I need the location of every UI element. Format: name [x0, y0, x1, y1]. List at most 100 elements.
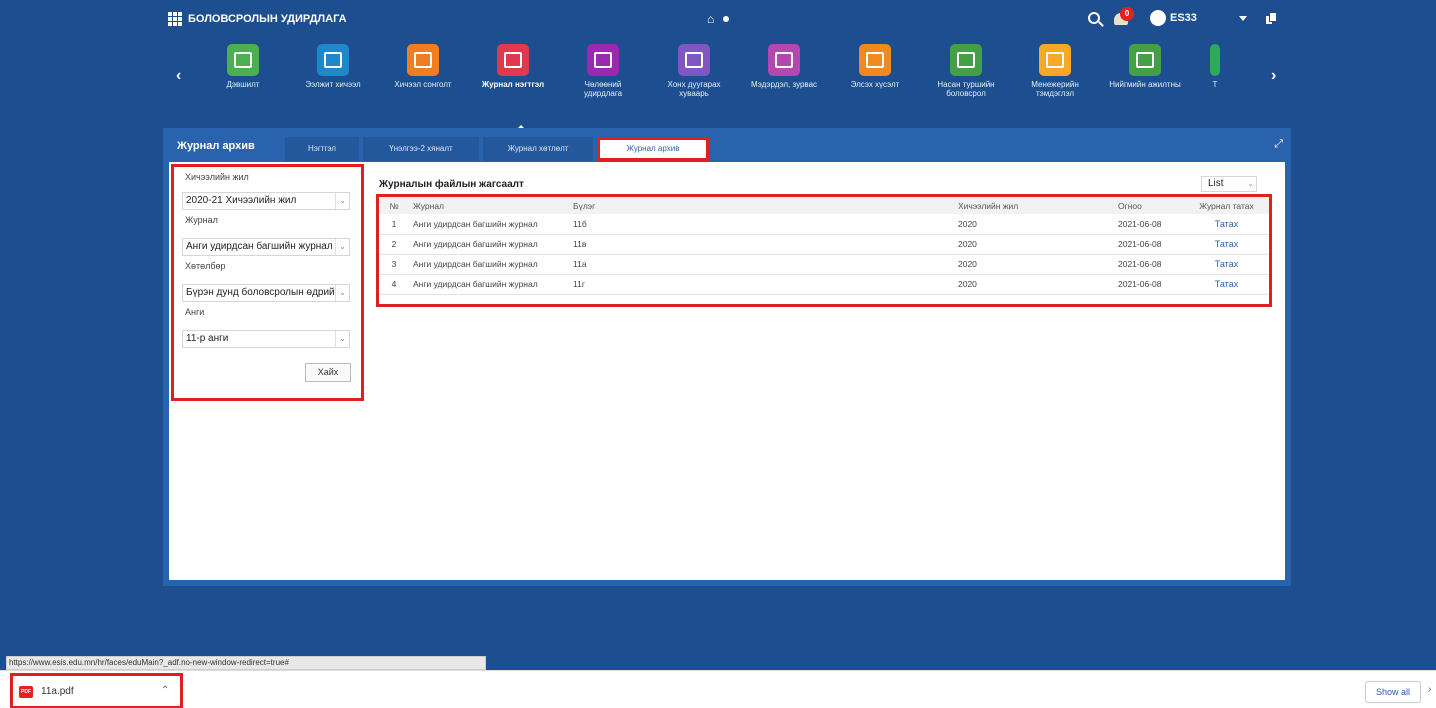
download-link[interactable]: Татах	[1215, 259, 1238, 269]
results-table-container: № Журнал Бүлэг Хичээлийн жил Огноо Журна…	[376, 194, 1272, 307]
tab-evaluation-control[interactable]: Үнэлгээ-2 хяналт	[363, 137, 479, 161]
expand-icon[interactable]: ⤢	[1274, 138, 1283, 151]
home-controls: ⌂	[707, 12, 730, 26]
avatar[interactable]	[1150, 10, 1166, 26]
show-all-button[interactable]: Show all	[1365, 681, 1421, 703]
table-row: 1 Анги удирдсан багшийн журнал 11б 2020 …	[379, 214, 1269, 235]
module-item[interactable]: Нийгмийн ажилтны	[1107, 44, 1183, 100]
checklist-icon	[407, 44, 439, 76]
chevron-up-icon[interactable]: ⌃	[161, 685, 169, 696]
download-link[interactable]: Татах	[1215, 239, 1238, 249]
tab-journal-keeping[interactable]: Журнал хөтлөлт	[483, 137, 593, 161]
notification-badge: 0	[1120, 7, 1134, 21]
journal-select[interactable]: Анги удирдсан багшийн журнал ⌄	[182, 238, 350, 256]
page-dot-icon[interactable]	[723, 16, 730, 22]
table-header-row: № Журнал Бүлэг Хичээлийн жил Огноо Журна…	[379, 197, 1269, 214]
results-table: № Журнал Бүлэг Хичээлийн жил Огноо Журна…	[379, 197, 1269, 295]
view-mode-value: List	[1208, 178, 1224, 189]
search-button[interactable]: Хайх	[305, 363, 351, 382]
row-number: 2	[379, 234, 409, 255]
row-group: 11г	[569, 274, 954, 295]
view-mode-select[interactable]: List ⌄	[1201, 176, 1257, 192]
row-number: 4	[379, 274, 409, 295]
download-shelf: PDF 11a.pdf ⌃ Show all ›	[0, 670, 1436, 708]
column-header-download: Журнал татах	[1184, 197, 1269, 214]
module-item[interactable]: Дэвшилт	[205, 44, 281, 100]
module-label: Т	[1212, 80, 1218, 89]
download-file-name: 11a.pdf	[41, 686, 74, 697]
panel-body: Хичээлийн жил 2020-21 Хичээлийн жил ⌄ Жу…	[169, 162, 1285, 580]
layers-icon[interactable]	[1264, 11, 1278, 25]
tab-consolidation[interactable]: Нэгтгэл	[285, 137, 359, 161]
module-item-active[interactable]: Журнал нэгтгэл	[475, 44, 551, 100]
module-item[interactable]: Хичээл сонголт	[385, 44, 461, 100]
row-download-cell: Татах	[1184, 234, 1269, 255]
user-menu-chevron-down-icon[interactable]	[1238, 15, 1247, 21]
row-group: 11б	[569, 214, 954, 235]
module-label: Менежерийн тэмдэглэл	[1031, 80, 1079, 98]
app-brand[interactable]: БОЛОВСРОЛЫН УДИРДЛАГА	[168, 12, 347, 26]
module-item[interactable]: Хонх дуугарах хуваарь	[656, 44, 732, 100]
column-header-number: №	[379, 197, 409, 214]
hand-plant-icon	[950, 44, 982, 76]
row-download-cell: Татах	[1184, 214, 1269, 235]
notification-bell[interactable]: 0	[1114, 7, 1134, 27]
module-item[interactable]: Чөлөөний удирдлага	[565, 44, 641, 100]
panel-title: Журнал архив	[177, 140, 255, 152]
chevron-down-icon: ⌄	[335, 285, 349, 301]
journal-archive-panel: Журнал архив Нэгтгэл Үнэлгээ-2 хяналт Жу…	[163, 128, 1291, 586]
row-group: 11в	[569, 234, 954, 255]
chevron-down-icon: ⌄	[335, 239, 349, 255]
social-worker-icon	[1129, 44, 1161, 76]
chevron-down-icon: ⌄	[335, 331, 349, 347]
module-label: Мэдэрдэл, зурвас	[750, 80, 818, 89]
column-header-group: Бүлэг	[569, 197, 954, 214]
module-item[interactable]: Мэдэрдэл, зурвас	[746, 44, 822, 100]
column-header-journal: Журнал	[409, 197, 569, 214]
row-year: 2020	[954, 234, 1114, 255]
module-label: Хичээл сонголт	[394, 80, 452, 89]
download-link[interactable]: Татах	[1215, 279, 1238, 289]
reading-icon	[317, 44, 349, 76]
download-link[interactable]: Татах	[1215, 219, 1238, 229]
table-row: 2 Анги удирдсан багшийн журнал 11в 2020 …	[379, 234, 1269, 255]
user-name[interactable]: ES33	[1170, 12, 1197, 24]
close-shelf-icon[interactable]: ›	[1428, 684, 1431, 695]
class-select[interactable]: 11-р анги ⌄	[182, 330, 350, 348]
school-year-label: Хичээлийн жил	[185, 172, 249, 182]
carousel-next-icon[interactable]: ›	[1271, 67, 1276, 85]
row-download-cell: Татах	[1184, 254, 1269, 275]
module-item[interactable]: Менежерийн тэмдэглэл	[1017, 44, 1093, 100]
module-label: Хонх дуугарах хуваарь	[667, 80, 721, 98]
tab-journal-archive[interactable]: Журнал архив	[597, 137, 709, 161]
module-label: Насан туршийн боловсрол	[937, 80, 995, 98]
row-download-cell: Татах	[1184, 274, 1269, 295]
module-label: Нийгмийн ажилтны	[1109, 80, 1181, 89]
row-date: 2021-06-08	[1114, 214, 1184, 235]
row-date: 2021-06-08	[1114, 274, 1184, 295]
certificate-icon	[227, 44, 259, 76]
module-label: Дэвшилт	[226, 80, 260, 89]
row-number: 1	[379, 214, 409, 235]
home-icon[interactable]: ⌂	[707, 12, 714, 26]
search-icon[interactable]	[1088, 12, 1100, 24]
top-right-controls: 0 ES33	[1088, 7, 1278, 27]
download-item[interactable]: PDF 11a.pdf ⌃	[10, 673, 183, 708]
row-journal: Анги удирдсан багшийн журнал	[409, 214, 569, 235]
program-select[interactable]: Бүрэн дунд боловсролын өдрийн ⌄	[182, 284, 350, 302]
notebook-icon	[1039, 44, 1071, 76]
chevron-down-icon: ⌄	[1247, 179, 1254, 188]
top-bar: БОЛОВСРОЛЫН УДИРДЛАГА ⌂ 0 ES33	[0, 0, 1436, 36]
carousel-prev-icon[interactable]: ‹	[176, 67, 181, 85]
module-label: Ээлжит хичээл	[305, 80, 361, 89]
module-item[interactable]: Ээлжит хичээл	[295, 44, 371, 100]
row-year: 2020	[954, 254, 1114, 275]
schedule-icon	[678, 44, 710, 76]
apps-grid-icon[interactable]	[168, 12, 182, 26]
school-year-select[interactable]: 2020-21 Хичээлийн жил ⌄	[182, 192, 350, 210]
module-item[interactable]: Элсэх хүсэлт	[837, 44, 913, 100]
module-carousel: ‹ Дэвшилт Ээлжит хичээл Хичээл сонголт Ж…	[165, 40, 1290, 130]
module-item[interactable]: Т	[1190, 44, 1240, 100]
more-icon	[1210, 44, 1220, 76]
module-item[interactable]: Насан туршийн боловсрол	[928, 44, 1004, 100]
